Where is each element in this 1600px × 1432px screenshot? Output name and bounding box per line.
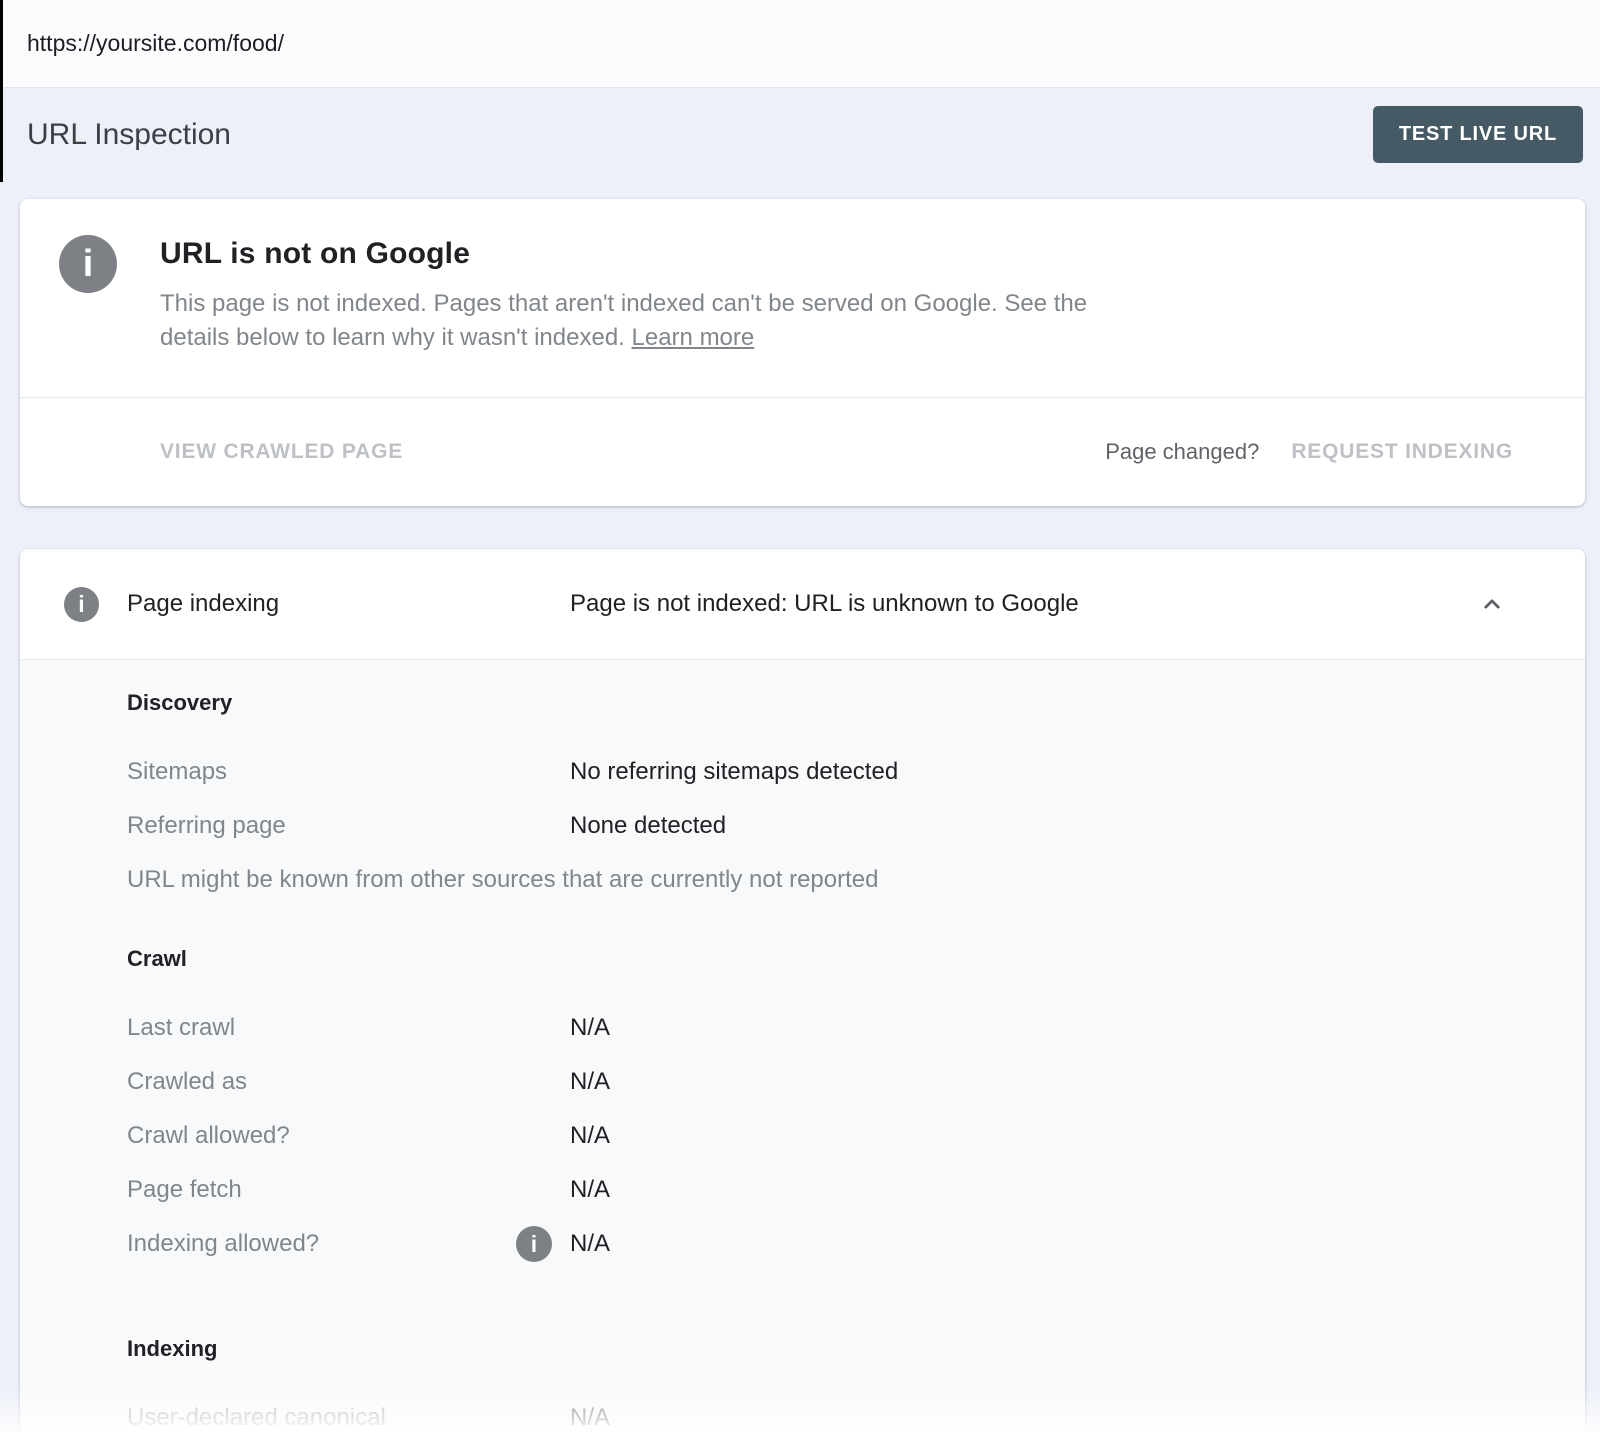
info-icon: i xyxy=(64,587,99,622)
url-inspection-search-bar[interactable]: https://yoursite.com/food/ xyxy=(0,0,1600,88)
row-label: Page fetch xyxy=(127,1176,570,1204)
row-value: None detected xyxy=(570,812,726,840)
status-text-column: URL is not on Google This page is not in… xyxy=(160,235,1145,355)
row-label: User-declared canonical xyxy=(127,1404,570,1432)
info-icon[interactable]: i xyxy=(516,1226,552,1262)
test-live-url-button[interactable]: TEST LIVE URL xyxy=(1373,106,1583,163)
page-indexing-detail: Discovery Sitemaps No referring sitemaps… xyxy=(20,659,1585,1432)
status-description-text: This page is not indexed. Pages that are… xyxy=(160,290,1087,351)
page-indexing-status: Page is not indexed: URL is unknown to G… xyxy=(570,590,1079,618)
page-header: URL Inspection TEST LIVE URL xyxy=(0,88,1600,181)
discovery-note: URL might be known from other sources th… xyxy=(127,866,1585,894)
page-indexing-card: i Page indexing Page is not indexed: URL… xyxy=(20,549,1585,1432)
section-heading-discovery: Discovery xyxy=(127,690,1585,718)
page-indexing-title: Page indexing xyxy=(127,590,279,618)
row-value: N/A xyxy=(570,1014,610,1042)
inspected-url[interactable]: https://yoursite.com/food/ xyxy=(27,30,284,57)
table-row: Page fetch N/A xyxy=(127,1176,1585,1204)
row-value: No referring sitemaps detected xyxy=(570,758,898,786)
row-value: N/A xyxy=(570,1068,610,1096)
screenshot-crop-line xyxy=(0,0,3,182)
chevron-up-icon[interactable] xyxy=(1477,589,1507,619)
row-label: Referring page xyxy=(127,812,570,840)
request-indexing-button[interactable]: REQUEST INDEXING xyxy=(1291,440,1513,464)
status-card-main: i URL is not on Google This page is not … xyxy=(20,199,1585,397)
row-value: N/A xyxy=(570,1176,610,1204)
row-label: Last crawl xyxy=(127,1014,570,1042)
url-status-card: i URL is not on Google This page is not … xyxy=(20,199,1585,506)
row-label-text: Indexing allowed? xyxy=(127,1230,319,1258)
view-crawled-page-button[interactable]: VIEW CRAWLED PAGE xyxy=(160,440,403,464)
status-title: URL is not on Google xyxy=(160,237,1145,271)
actions-right: Page changed? REQUEST INDEXING xyxy=(1105,439,1513,465)
table-row: Crawl allowed? N/A xyxy=(127,1122,1585,1150)
table-row: Referring page None detected xyxy=(127,812,1585,840)
learn-more-link[interactable]: Learn more xyxy=(632,324,755,351)
page-indexing-header[interactable]: i Page indexing Page is not indexed: URL… xyxy=(20,549,1585,659)
table-row: User-declared canonical N/A xyxy=(127,1404,1585,1432)
page-title: URL Inspection xyxy=(27,118,231,152)
row-value: N/A xyxy=(570,1122,610,1150)
page-changed-label: Page changed? xyxy=(1105,439,1259,465)
row-label: Crawl allowed? xyxy=(127,1122,570,1150)
row-value: N/A xyxy=(570,1404,610,1432)
info-icon: i xyxy=(59,235,117,293)
row-label: Crawled as xyxy=(127,1068,570,1096)
table-row: Sitemaps No referring sitemaps detected xyxy=(127,758,1585,786)
row-label: Indexing allowed? i xyxy=(127,1230,570,1258)
section-heading-crawl: Crawl xyxy=(127,946,1585,974)
page-indexing-title-group: i Page indexing xyxy=(64,587,570,622)
row-label: Sitemaps xyxy=(127,758,570,786)
table-row: Last crawl N/A xyxy=(127,1014,1585,1042)
status-card-actions: VIEW CRAWLED PAGE Page changed? REQUEST … xyxy=(20,397,1585,506)
status-description: This page is not indexed. Pages that are… xyxy=(160,287,1145,355)
section-heading-indexing: Indexing xyxy=(127,1336,1585,1364)
table-row: Crawled as N/A xyxy=(127,1068,1585,1096)
table-row: Indexing allowed? i N/A xyxy=(127,1230,1585,1258)
row-value: N/A xyxy=(570,1230,610,1258)
